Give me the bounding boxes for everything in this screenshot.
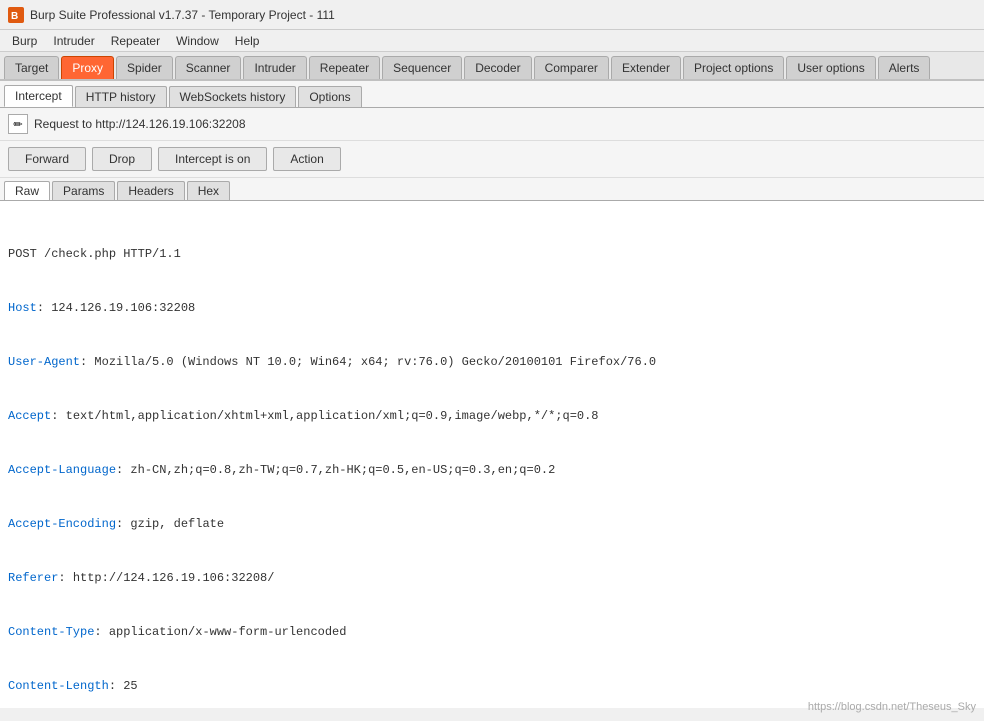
watermark: https://blog.csdn.net/Theseus_Sky (808, 701, 976, 713)
tab-proxy[interactable]: Proxy (61, 56, 114, 79)
intercept-header: ✏ Request to http://124.126.19.106:32208 (0, 108, 984, 141)
header-content-length: Content-Length: 25 (8, 677, 976, 695)
subtab-intercept[interactable]: Intercept (4, 85, 73, 107)
tab-target[interactable]: Target (4, 56, 59, 79)
header-referer: Referer: http://124.126.19.106:32208/ (8, 569, 976, 587)
request-url: Request to http://124.126.19.106:32208 (34, 117, 246, 131)
menu-burp[interactable]: Burp (4, 32, 45, 50)
subtab-options[interactable]: Options (298, 86, 361, 107)
content-tab-headers[interactable]: Headers (117, 181, 184, 200)
request-line: POST /check.php HTTP/1.1 (8, 245, 976, 263)
main-tabs: Target Proxy Spider Scanner Intruder Rep… (0, 52, 984, 81)
menu-window[interactable]: Window (168, 32, 227, 50)
content-tab-raw[interactable]: Raw (4, 181, 50, 200)
content-tab-params[interactable]: Params (52, 181, 115, 200)
menu-repeater[interactable]: Repeater (103, 32, 168, 50)
header-content-type: Content-Type: application/x-www-form-url… (8, 623, 976, 641)
drop-button[interactable]: Drop (92, 147, 152, 171)
tab-decoder[interactable]: Decoder (464, 56, 531, 79)
window-title: Burp Suite Professional v1.7.37 - Tempor… (30, 8, 335, 22)
toolbar: Forward Drop Intercept is on Action (0, 141, 984, 178)
tab-user-options[interactable]: User options (786, 56, 875, 79)
action-button[interactable]: Action (273, 147, 340, 171)
tab-repeater[interactable]: Repeater (309, 56, 380, 79)
app-icon: B (8, 7, 24, 23)
menu-bar: Burp Intruder Repeater Window Help (0, 30, 984, 52)
content-tab-hex[interactable]: Hex (187, 181, 230, 200)
header-host: Host: 124.126.19.106:32208 (8, 299, 976, 317)
tab-spider[interactable]: Spider (116, 56, 173, 79)
header-accept: Accept: text/html,application/xhtml+xml,… (8, 407, 976, 425)
tab-alerts[interactable]: Alerts (878, 56, 931, 79)
tab-sequencer[interactable]: Sequencer (382, 56, 462, 79)
http-content: POST /check.php HTTP/1.1 Host: 124.126.1… (0, 201, 984, 708)
main-area: Intercept HTTP history WebSockets histor… (0, 81, 984, 708)
pencil-icon: ✏ (8, 114, 28, 134)
svg-text:B: B (11, 11, 18, 22)
menu-help[interactable]: Help (227, 32, 268, 50)
intercept-toggle-button[interactable]: Intercept is on (158, 147, 267, 171)
header-accept-language: Accept-Language: zh-CN,zh;q=0.8,zh-TW;q=… (8, 461, 976, 479)
tab-project-options[interactable]: Project options (683, 56, 784, 79)
menu-intruder[interactable]: Intruder (45, 32, 102, 50)
tab-scanner[interactable]: Scanner (175, 56, 242, 79)
header-user-agent: User-Agent: Mozilla/5.0 (Windows NT 10.0… (8, 353, 976, 371)
subtab-websockets-history[interactable]: WebSockets history (169, 86, 297, 107)
title-bar: B Burp Suite Professional v1.7.37 - Temp… (0, 0, 984, 30)
tab-comparer[interactable]: Comparer (534, 56, 609, 79)
content-tabs: Raw Params Headers Hex (0, 178, 984, 201)
tab-intruder[interactable]: Intruder (243, 56, 306, 79)
subtab-http-history[interactable]: HTTP history (75, 86, 167, 107)
tab-extender[interactable]: Extender (611, 56, 681, 79)
forward-button[interactable]: Forward (8, 147, 86, 171)
header-accept-encoding: Accept-Encoding: gzip, deflate (8, 515, 976, 533)
sub-tabs: Intercept HTTP history WebSockets histor… (0, 81, 984, 108)
